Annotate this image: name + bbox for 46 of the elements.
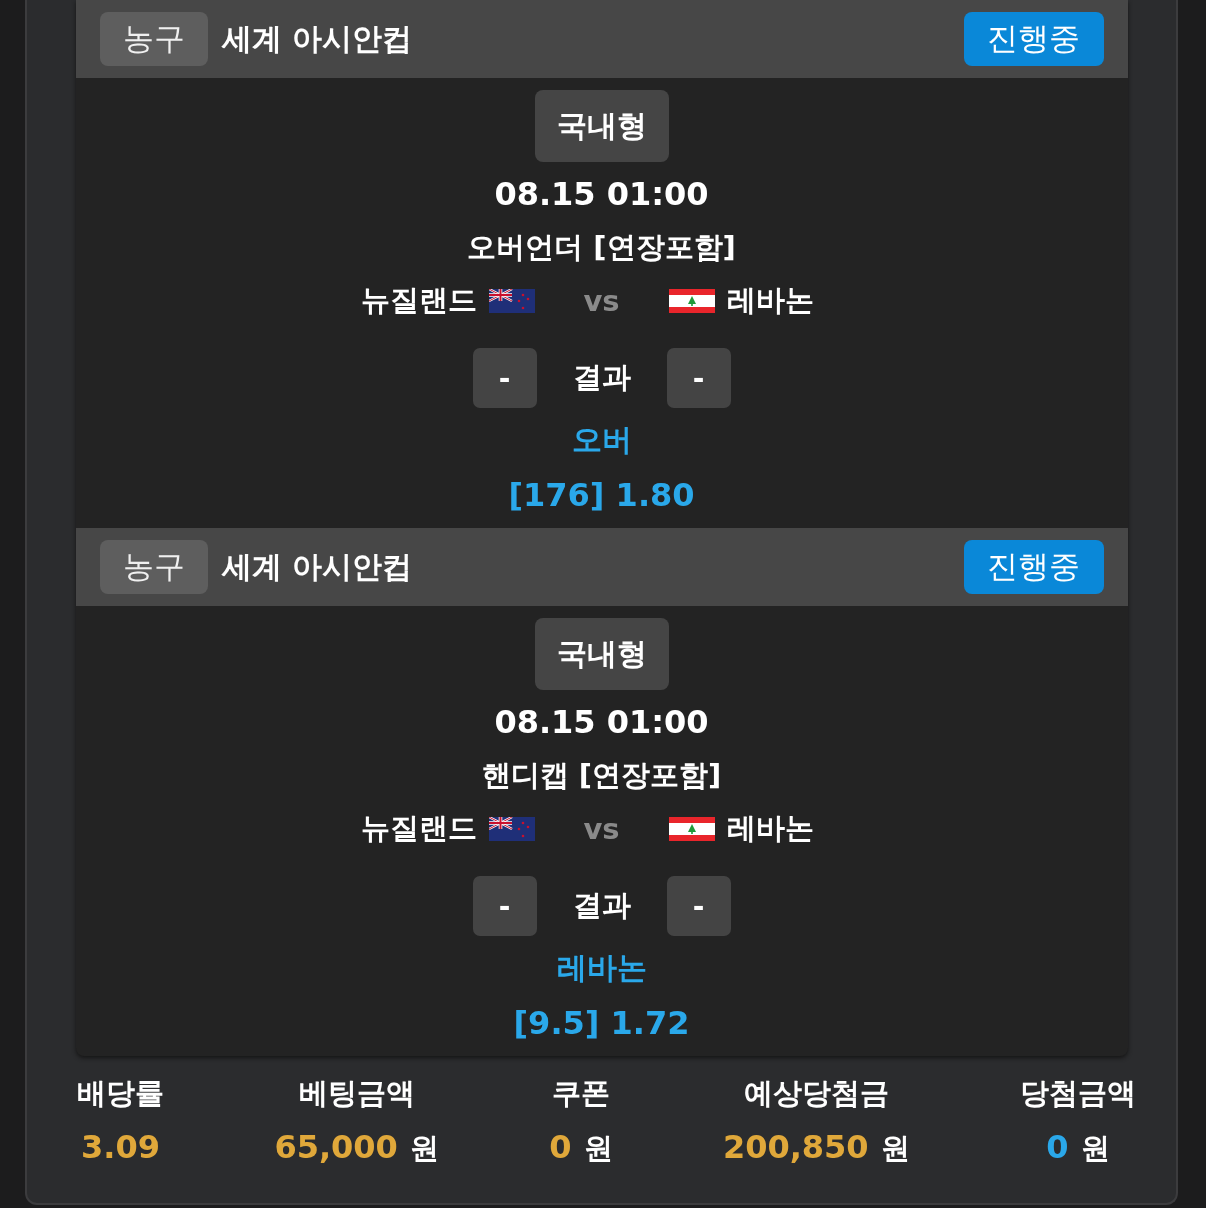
currency-unit: 원 — [880, 1130, 910, 1167]
status-badge: 진행중 — [963, 540, 1104, 594]
stat-value: 65,000 — [274, 1128, 398, 1166]
league-name: 세계 아시안컵 — [221, 19, 413, 58]
vs-label: vs — [582, 284, 621, 318]
market-name: 핸디캡 [연장포함] — [481, 757, 722, 794]
currency-unit: 원 — [1080, 1130, 1110, 1167]
pick-label: 레바논 — [556, 949, 647, 987]
score-box: - — [666, 348, 731, 408]
result-label: 결과 — [571, 359, 632, 396]
bet-type-tag: 국내형 — [534, 90, 669, 162]
currency-unit: 원 — [409, 1130, 439, 1167]
score-box: - — [472, 876, 537, 936]
stat-label: 쿠폰 — [551, 1075, 610, 1112]
flag-icon — [668, 817, 715, 841]
stat-value: 0 — [1046, 1128, 1069, 1166]
vs-label: vs — [582, 812, 621, 846]
team-name: 뉴질랜드 — [360, 810, 477, 847]
stat-value: 200,850 — [722, 1128, 869, 1166]
sport-tag: 농구 — [99, 540, 208, 594]
stat-label: 베팅금액 — [298, 1075, 415, 1112]
currency-unit: 원 — [583, 1130, 613, 1167]
odds-value: [9.5] 1.72 — [513, 1003, 690, 1044]
match-time: 08.15 01:00 — [494, 174, 709, 215]
score-box: - — [666, 876, 731, 936]
team-name: 뉴질랜드 — [360, 282, 477, 319]
stat-value: 3.09 — [81, 1128, 160, 1166]
market-name: 오버언더 [연장포함] — [467, 229, 736, 266]
stat-label: 예상당첨금 — [743, 1075, 889, 1112]
pick-label: 오버 — [571, 421, 632, 459]
score-box: - — [472, 348, 537, 408]
stat-value: 0 — [549, 1128, 572, 1166]
flag-icon — [668, 289, 715, 313]
status-badge: 진행중 — [963, 12, 1104, 66]
flag-icon — [488, 817, 535, 841]
match-time: 08.15 01:00 — [494, 702, 709, 743]
stat-label: 배당률 — [77, 1075, 164, 1112]
team-name: 레바논 — [726, 282, 814, 319]
sport-tag: 농구 — [99, 12, 208, 66]
league-name: 세계 아시안컵 — [221, 547, 413, 586]
bet-type-tag: 국내형 — [534, 618, 669, 690]
odds-value: [176] 1.80 — [508, 475, 695, 516]
team-name: 레바논 — [726, 810, 814, 847]
result-label: 결과 — [571, 887, 632, 924]
flag-icon — [488, 289, 535, 313]
stat-label: 당첨금액 — [1020, 1075, 1136, 1112]
